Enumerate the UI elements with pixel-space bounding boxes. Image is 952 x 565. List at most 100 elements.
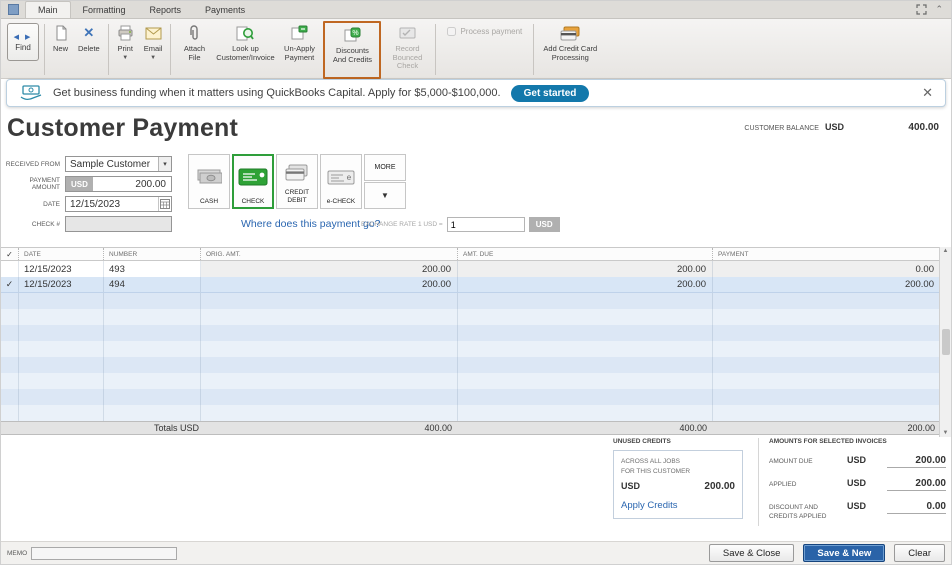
email-button[interactable]: Email ▼ — [139, 21, 168, 64]
row-number-cell[interactable]: 494 — [104, 277, 201, 293]
process-payment-option: Process payment — [439, 21, 530, 36]
header-check-icon[interactable]: ✓ — [1, 248, 19, 260]
save-new-button[interactable]: Save & New — [803, 544, 886, 562]
attach-file-button[interactable]: Attach File — [174, 21, 214, 64]
save-close-button[interactable]: Save & Close — [708, 544, 795, 562]
method-credit-debit-button[interactable]: CREDIT DEBIT — [276, 154, 318, 209]
table-scrollbar[interactable]: ▲ ▼ — [939, 247, 951, 437]
empty-row[interactable] — [1, 325, 941, 341]
cash-icon — [189, 155, 229, 198]
row-due-cell[interactable]: 200.00 — [458, 261, 713, 277]
payment-currency-chip: USD — [66, 177, 93, 191]
received-from-label: RECEIVED FROM — [5, 160, 60, 168]
find-button[interactable]: ◀ ▶ Find — [7, 23, 39, 61]
date-label: DATE — [43, 200, 60, 208]
row-orig-cell[interactable]: 200.00 — [201, 277, 458, 293]
process-payment-checkbox[interactable] — [447, 27, 457, 36]
add-credit-card-processing-button[interactable]: Add Credit Card Processing — [537, 21, 603, 64]
table-row-selected[interactable]: ✓ 12/15/2023 494 200.00 200.00 200.00 — [1, 277, 941, 293]
method-check-button[interactable]: CHECK — [232, 154, 274, 209]
scroll-up-icon[interactable]: ▲ — [943, 248, 949, 254]
col-orig-amt[interactable]: ORIG. AMT. — [201, 248, 458, 260]
unapply-payment-button[interactable]: Un-Apply Payment — [276, 21, 322, 64]
memo-label: MEMO — [7, 549, 28, 557]
print-button[interactable]: Print ▼ — [112, 21, 139, 64]
received-from-select[interactable]: Sample Customer ▾ — [65, 156, 172, 172]
discount-credits-applied-value: 0.00 — [887, 501, 946, 514]
more-dropdown-icon[interactable]: ▼ — [364, 182, 406, 209]
toolbar-separator — [107, 24, 109, 75]
scroll-down-icon[interactable]: ▼ — [943, 430, 949, 436]
new-button[interactable]: New — [48, 21, 73, 56]
banner-text: Get business funding when it matters usi… — [53, 87, 501, 99]
get-started-button[interactable]: Get started — [510, 84, 590, 102]
empty-row[interactable] — [1, 357, 941, 373]
method-cash-button[interactable]: CASH — [188, 154, 230, 209]
payment-amount-field[interactable]: USD 200.00 — [65, 176, 172, 192]
applied-value: 200.00 — [887, 478, 946, 491]
empty-row[interactable] — [1, 341, 941, 357]
scrollbar-thumb[interactable] — [941, 329, 950, 355]
check-number-input[interactable] — [66, 218, 171, 230]
row-check-cell[interactable]: ✓ — [1, 277, 19, 293]
apply-credits-link[interactable]: Apply Credits — [621, 500, 735, 511]
invoices-table: ✓ DATE NUMBER ORIG. AMT. AMT. DUE PAYMEN… — [1, 247, 941, 435]
paperclip-icon — [188, 23, 200, 43]
row-number-cell[interactable]: 493 — [104, 261, 201, 277]
row-payment-cell[interactable]: 200.00 — [713, 277, 941, 293]
discounts-credits-button[interactable]: % Discounts And Credits — [329, 25, 375, 64]
new-label: New — [53, 44, 69, 53]
empty-row[interactable] — [1, 405, 941, 421]
table-row[interactable]: 12/15/2023 493 200.00 200.00 0.00 — [1, 261, 941, 277]
col-payment[interactable]: PAYMENT — [713, 248, 941, 260]
totals-due: 400.00 — [679, 423, 707, 433]
clear-button[interactable]: Clear — [894, 544, 945, 562]
banner-close-icon[interactable]: ✕ — [922, 85, 933, 101]
tab-main[interactable]: Main — [25, 1, 71, 18]
tab-reports[interactable]: Reports — [138, 2, 194, 18]
toolbar-separator — [44, 24, 45, 75]
row-date-cell[interactable]: 12/15/2023 — [19, 277, 104, 293]
customer-balance-value: 400.00 — [908, 122, 939, 133]
col-number[interactable]: NUMBER — [104, 248, 201, 260]
delete-button[interactable]: ✕ Delete — [73, 21, 105, 56]
date-value: 12/15/2023 — [70, 198, 121, 210]
method-more-button[interactable]: MORE — [364, 154, 406, 181]
empty-row[interactable] — [1, 389, 941, 405]
expand-icon[interactable] — [916, 4, 928, 15]
chevron-down-icon[interactable]: ▾ — [158, 157, 171, 171]
calendar-icon[interactable] — [158, 197, 171, 211]
credits-amount: 200.00 — [704, 480, 735, 492]
page-title: Customer Payment — [7, 114, 239, 142]
memo-input[interactable] — [31, 546, 178, 560]
email-dropdown-icon[interactable]: ▼ — [150, 55, 156, 62]
tab-payments[interactable]: Payments — [193, 2, 257, 18]
empty-row[interactable] — [1, 293, 941, 309]
print-dropdown-icon[interactable]: ▼ — [122, 55, 128, 62]
col-date[interactable]: DATE — [19, 248, 104, 260]
row-orig-cell[interactable]: 200.00 — [201, 261, 458, 277]
payment-amount-value: 200.00 — [135, 178, 166, 190]
check-number-field[interactable] — [65, 216, 172, 232]
col-amt-due[interactable]: AMT. DUE — [458, 248, 713, 260]
collapse-icon[interactable]: ⌃ — [935, 4, 943, 15]
history-arrows-icon[interactable]: ◀ ▶ — [14, 33, 33, 41]
record-bounced-check-button[interactable]: Record Bounced Check — [382, 21, 432, 73]
empty-row[interactable] — [1, 309, 941, 325]
new-document-icon — [54, 23, 68, 43]
row-due-cell[interactable]: 200.00 — [458, 277, 713, 293]
row-date-cell[interactable]: 12/15/2023 — [19, 261, 104, 277]
method-echeck-button[interactable]: e e-CHECK — [320, 154, 362, 209]
customer-payment-window: Main Formatting Reports Payments ⌃ ◀ ▶ F… — [0, 0, 952, 565]
lookup-customer-invoice-button[interactable]: Look up Customer/Invoice — [214, 21, 276, 64]
tab-formatting[interactable]: Formatting — [71, 2, 138, 18]
exchange-rate-input[interactable] — [446, 217, 525, 232]
date-field[interactable]: 12/15/2023 — [65, 196, 172, 212]
exchange-rate-row: EXCHANGE RATE 1 USD = USD — [361, 217, 560, 232]
row-payment-cell[interactable]: 0.00 — [713, 261, 941, 277]
empty-row[interactable] — [1, 373, 941, 389]
where-payment-go-link[interactable]: Where does this payment go? — [241, 218, 381, 230]
check-number-label: CHECK # — [31, 220, 60, 228]
row-check-cell[interactable] — [1, 261, 19, 277]
exchange-rate-label: EXCHANGE RATE 1 USD = — [361, 221, 443, 228]
